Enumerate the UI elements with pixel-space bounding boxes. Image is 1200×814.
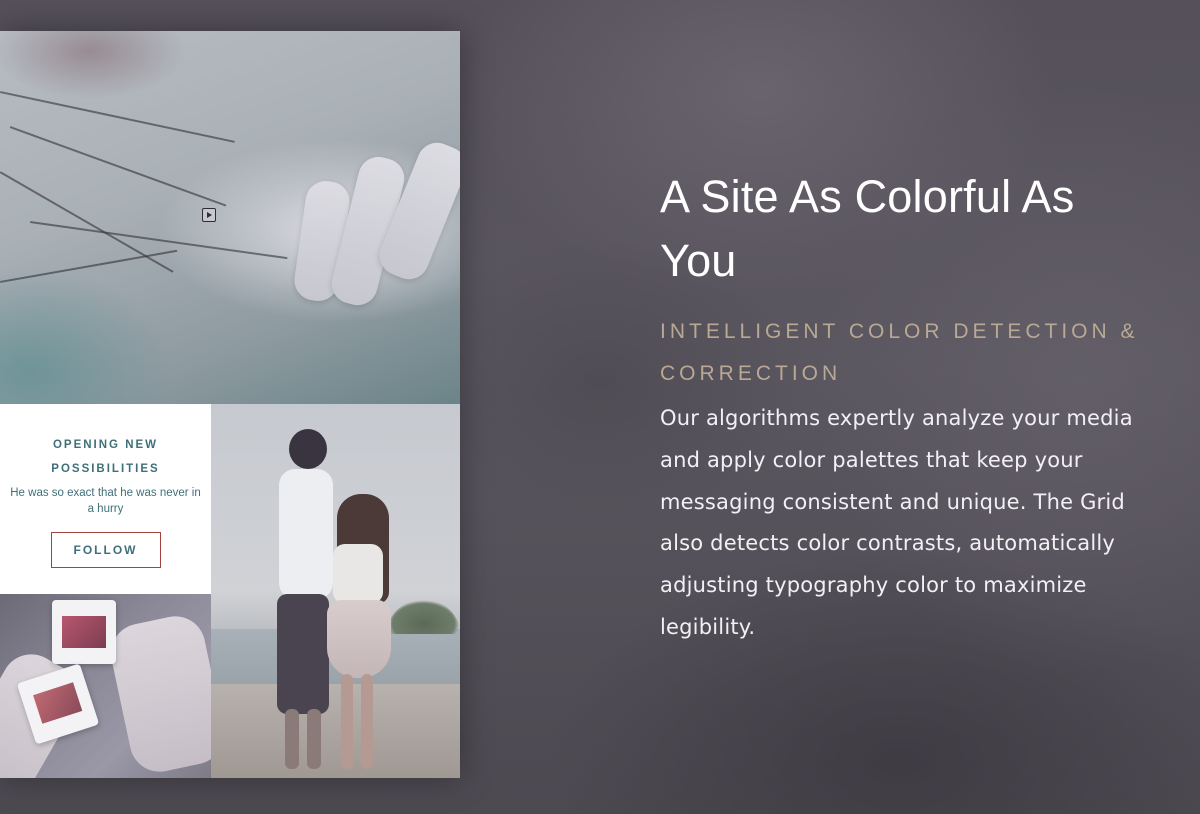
woman-skirt [327, 600, 391, 678]
man-shorts [277, 594, 329, 714]
slides-photo [0, 594, 211, 778]
photo-slide [52, 600, 116, 664]
video-tile[interactable] [0, 31, 460, 404]
page: OPENING NEW POSSIBILITIES He was so exac… [0, 0, 1200, 814]
man-shirt [279, 469, 333, 599]
card-subtext: He was so exact that he was never in a h… [10, 487, 201, 515]
man-leg [285, 709, 299, 769]
trees-shape [387, 600, 460, 634]
site-mockup-grid: OPENING NEW POSSIBILITIES He was so exac… [0, 31, 460, 778]
feature-content: A Site As Colorful As You INTELLIGENT CO… [660, 165, 1160, 649]
man-head [289, 429, 327, 469]
slide-photo [62, 616, 106, 648]
woman-top [333, 544, 383, 604]
card-heading: OPENING NEW POSSIBILITIES [51, 439, 160, 475]
woman-leg [341, 674, 353, 769]
follow-button[interactable]: FOLLOW [50, 532, 161, 568]
man-leg [307, 709, 321, 769]
hair-strand [0, 249, 178, 283]
feature-title: A Site As Colorful As You [660, 171, 1075, 286]
hair-strand [0, 171, 174, 273]
play-icon[interactable] [202, 208, 216, 222]
feature-description: Our algorithms expertly analyze your med… [660, 406, 1133, 639]
hand-shape [105, 610, 211, 778]
couple-photo [211, 404, 460, 778]
feature-subtitle: INTELLIGENT COLOR DETECTION & CORRECTION [660, 320, 1139, 385]
promo-card: OPENING NEW POSSIBILITIES He was so exac… [0, 404, 211, 594]
woman-leg [361, 674, 373, 769]
sand-band [211, 684, 460, 778]
slide-photo [33, 682, 83, 724]
